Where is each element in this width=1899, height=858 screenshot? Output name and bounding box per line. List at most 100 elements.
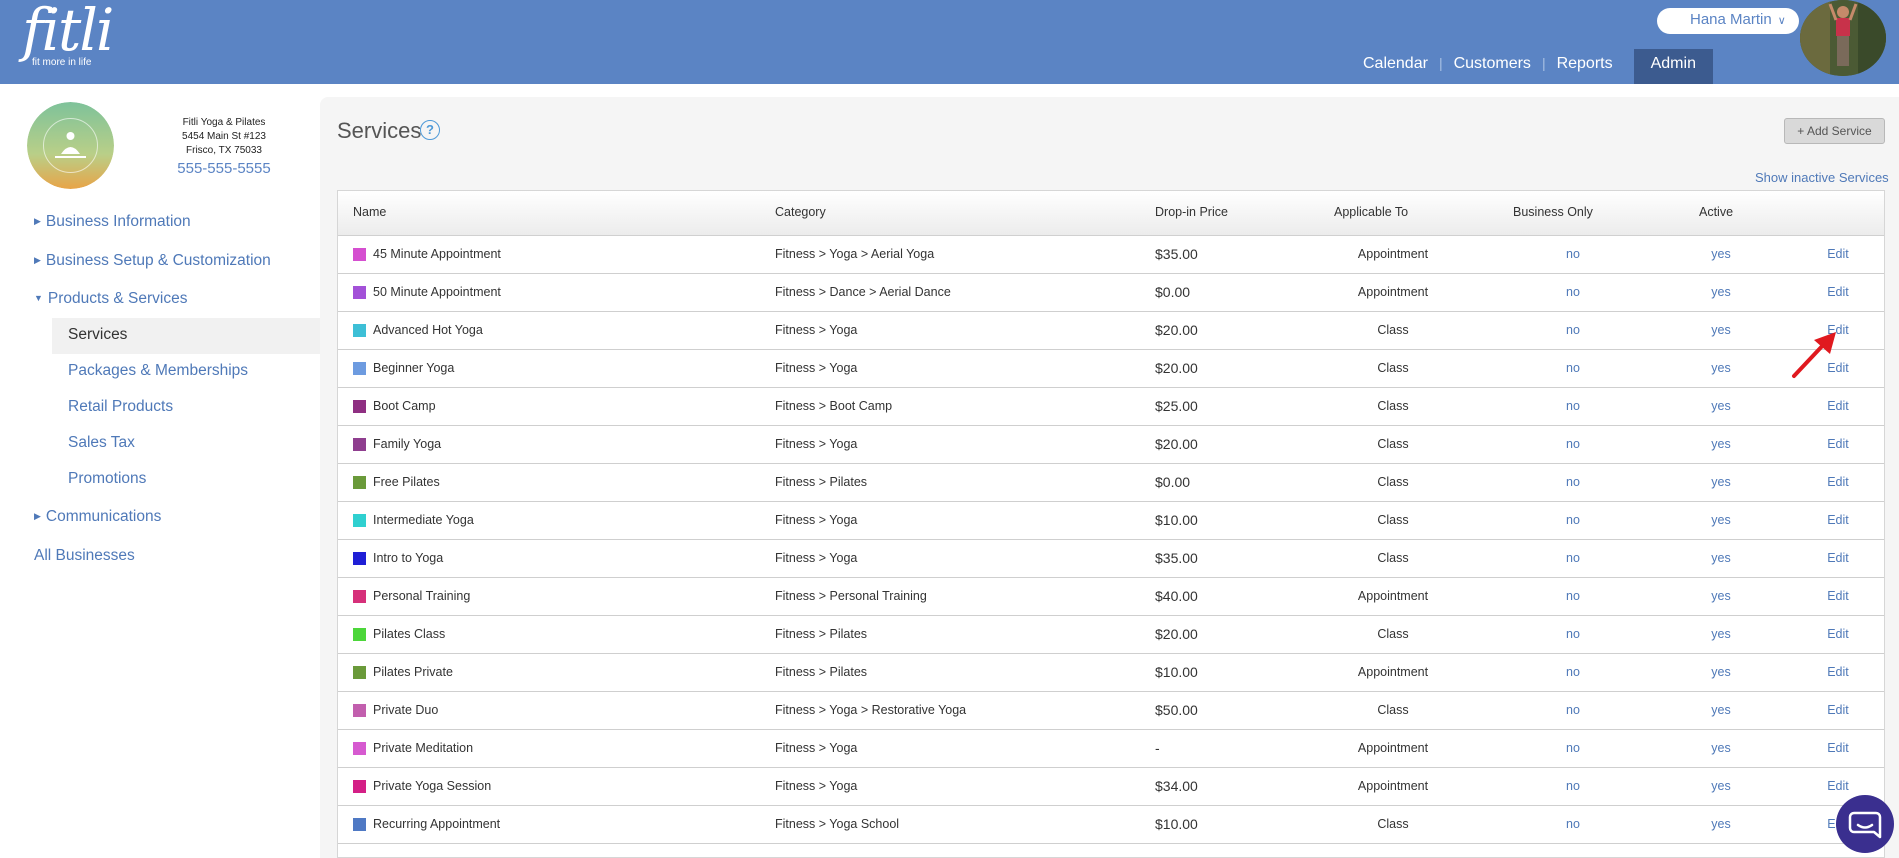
- show-inactive-services-link[interactable]: Show inactive Services: [1755, 170, 1889, 185]
- column-header-price[interactable]: Drop-in Price: [1155, 205, 1228, 219]
- service-name: Private Yoga Session: [373, 779, 492, 793]
- edit-service-link[interactable]: Edit: [1818, 247, 1858, 261]
- active-toggle[interactable]: yes: [1686, 665, 1756, 679]
- table-row: Pilates Class Fitness > Pilates $20.00 Clas…: [338, 616, 1884, 654]
- edit-service-link[interactable]: Edit: [1818, 475, 1858, 489]
- service-name: Pilates Class: [373, 627, 446, 641]
- column-header-name[interactable]: Name: [353, 205, 386, 219]
- business-only-toggle[interactable]: no: [1538, 741, 1608, 755]
- service-price: $10.00: [1155, 512, 1198, 528]
- sidebar-item-sales-tax[interactable]: Sales Tax: [68, 434, 135, 452]
- active-toggle[interactable]: yes: [1686, 361, 1756, 375]
- nav-calendar[interactable]: Calendar: [1352, 49, 1439, 84]
- sidebar-item-services[interactable]: Services: [68, 326, 127, 344]
- active-toggle[interactable]: yes: [1686, 817, 1756, 831]
- edit-service-link[interactable]: Edit: [1818, 627, 1858, 641]
- active-toggle[interactable]: yes: [1686, 285, 1756, 299]
- chat-button[interactable]: [1836, 795, 1894, 853]
- sidebar-item-retail-products[interactable]: Retail Products: [68, 398, 173, 416]
- business-only-toggle[interactable]: no: [1538, 551, 1608, 565]
- business-only-toggle[interactable]: no: [1538, 361, 1608, 375]
- business-only-toggle[interactable]: no: [1538, 817, 1608, 831]
- business-only-toggle[interactable]: no: [1538, 323, 1608, 337]
- active-toggle[interactable]: yes: [1686, 247, 1756, 261]
- active-toggle[interactable]: yes: [1686, 323, 1756, 337]
- active-toggle[interactable]: yes: [1686, 437, 1756, 451]
- table-row: Private Yoga Session Fitness > Yoga $34.00…: [338, 768, 1884, 806]
- business-only-toggle[interactable]: no: [1538, 703, 1608, 717]
- service-color-swatch: [353, 476, 366, 489]
- business-only-toggle[interactable]: no: [1538, 285, 1608, 299]
- table-row: 50 Minute Appointment Fitness > Dance > A…: [338, 274, 1884, 312]
- business-only-toggle[interactable]: no: [1538, 399, 1608, 413]
- edit-service-link[interactable]: Edit: [1818, 779, 1858, 793]
- sidebar-item-packages-memberships[interactable]: Packages & Memberships: [68, 362, 248, 380]
- service-category: Fitness > Boot Camp: [775, 399, 893, 413]
- business-phone[interactable]: 555-555-5555: [160, 159, 288, 179]
- column-header-category[interactable]: Category: [775, 205, 826, 219]
- caret-right-icon: ▶: [34, 511, 41, 521]
- service-category: Fitness > Pilates: [775, 475, 868, 489]
- nav-admin[interactable]: Admin: [1633, 49, 1713, 84]
- sidebar-item-products-services[interactable]: ▼ Products & Services: [34, 290, 187, 308]
- sidebar-item-all-businesses[interactable]: All Businesses: [34, 547, 135, 565]
- table-row: Family Yoga Fitness > Yoga $20.00 Class no ye…: [338, 426, 1884, 464]
- active-toggle[interactable]: yes: [1686, 399, 1756, 413]
- table-row: Recurring Appointment Fitness > Yoga Scho…: [338, 806, 1884, 844]
- sidebar-item-business-setup[interactable]: ▶ Business Setup & Customization: [34, 252, 271, 270]
- logo-word: fitli: [22, 0, 114, 64]
- column-header-applicable[interactable]: Applicable To: [1334, 205, 1408, 219]
- table-header: Name Category Drop-in Price Applicable T…: [338, 191, 1884, 236]
- edit-service-link[interactable]: Edit: [1818, 437, 1858, 451]
- edit-service-link[interactable]: Edit: [1818, 285, 1858, 299]
- sidebar-item-business-information[interactable]: ▶ Business Information: [34, 213, 191, 231]
- service-name: Recurring Appointment: [373, 817, 501, 831]
- business-only-toggle[interactable]: no: [1538, 437, 1608, 451]
- service-name: Private Duo: [373, 703, 439, 717]
- service-applicable-to: Class: [1377, 399, 1409, 413]
- service-color-swatch: [353, 400, 366, 413]
- column-header-active[interactable]: Active: [1699, 205, 1733, 219]
- table-row: Boot Camp Fitness > Boot Camp $25.00 Class n…: [338, 388, 1884, 426]
- active-toggle[interactable]: yes: [1686, 589, 1756, 603]
- service-color-swatch: [353, 628, 366, 641]
- business-only-toggle[interactable]: no: [1538, 589, 1608, 603]
- edit-service-link[interactable]: Edit: [1818, 703, 1858, 717]
- sidebar-item-promotions[interactable]: Promotions: [68, 470, 146, 488]
- fitli-logo[interactable]: fitli fit more in life: [12, 0, 122, 76]
- nav-customers[interactable]: Customers: [1443, 49, 1542, 84]
- active-toggle[interactable]: yes: [1686, 513, 1756, 527]
- active-toggle[interactable]: yes: [1686, 779, 1756, 793]
- edit-service-link[interactable]: Edit: [1818, 513, 1858, 527]
- business-only-toggle[interactable]: no: [1538, 475, 1608, 489]
- active-toggle[interactable]: yes: [1686, 703, 1756, 717]
- active-toggle[interactable]: yes: [1686, 627, 1756, 641]
- question-circle-icon[interactable]: ?: [420, 120, 440, 140]
- edit-service-link[interactable]: Edit: [1818, 741, 1858, 755]
- user-menu-button[interactable]: Hana Martin ∨: [1657, 8, 1799, 34]
- edit-service-link[interactable]: Edit: [1818, 551, 1858, 565]
- service-color-swatch: [353, 514, 366, 527]
- table-body: 45 Minute Appointment Fitness > Yoga > Ae…: [338, 236, 1884, 844]
- service-price: $0.00: [1155, 474, 1191, 490]
- active-toggle[interactable]: yes: [1686, 475, 1756, 489]
- active-toggle[interactable]: yes: [1686, 551, 1756, 565]
- business-only-toggle[interactable]: no: [1538, 665, 1608, 679]
- nav-reports[interactable]: Reports: [1546, 49, 1624, 84]
- business-only-toggle[interactable]: no: [1538, 513, 1608, 527]
- add-service-button[interactable]: + Add Service: [1784, 118, 1885, 144]
- column-header-business-only[interactable]: Business Only: [1513, 205, 1593, 219]
- business-only-toggle[interactable]: no: [1538, 627, 1608, 641]
- active-toggle[interactable]: yes: [1686, 741, 1756, 755]
- edit-service-link[interactable]: Edit: [1818, 399, 1858, 413]
- business-only-toggle[interactable]: no: [1538, 247, 1608, 261]
- sidebar-item-communications[interactable]: ▶ Communications: [34, 508, 161, 526]
- business-logo: [27, 102, 114, 189]
- business-only-toggle[interactable]: no: [1538, 779, 1608, 793]
- service-color-swatch: [353, 362, 366, 375]
- edit-service-link[interactable]: Edit: [1818, 589, 1858, 603]
- caret-right-icon: ▶: [34, 216, 41, 226]
- avatar[interactable]: [1800, 0, 1886, 76]
- table-row: Intro to Yoga Fitness > Yoga $35.00 Class no…: [338, 540, 1884, 578]
- edit-service-link[interactable]: Edit: [1818, 665, 1858, 679]
